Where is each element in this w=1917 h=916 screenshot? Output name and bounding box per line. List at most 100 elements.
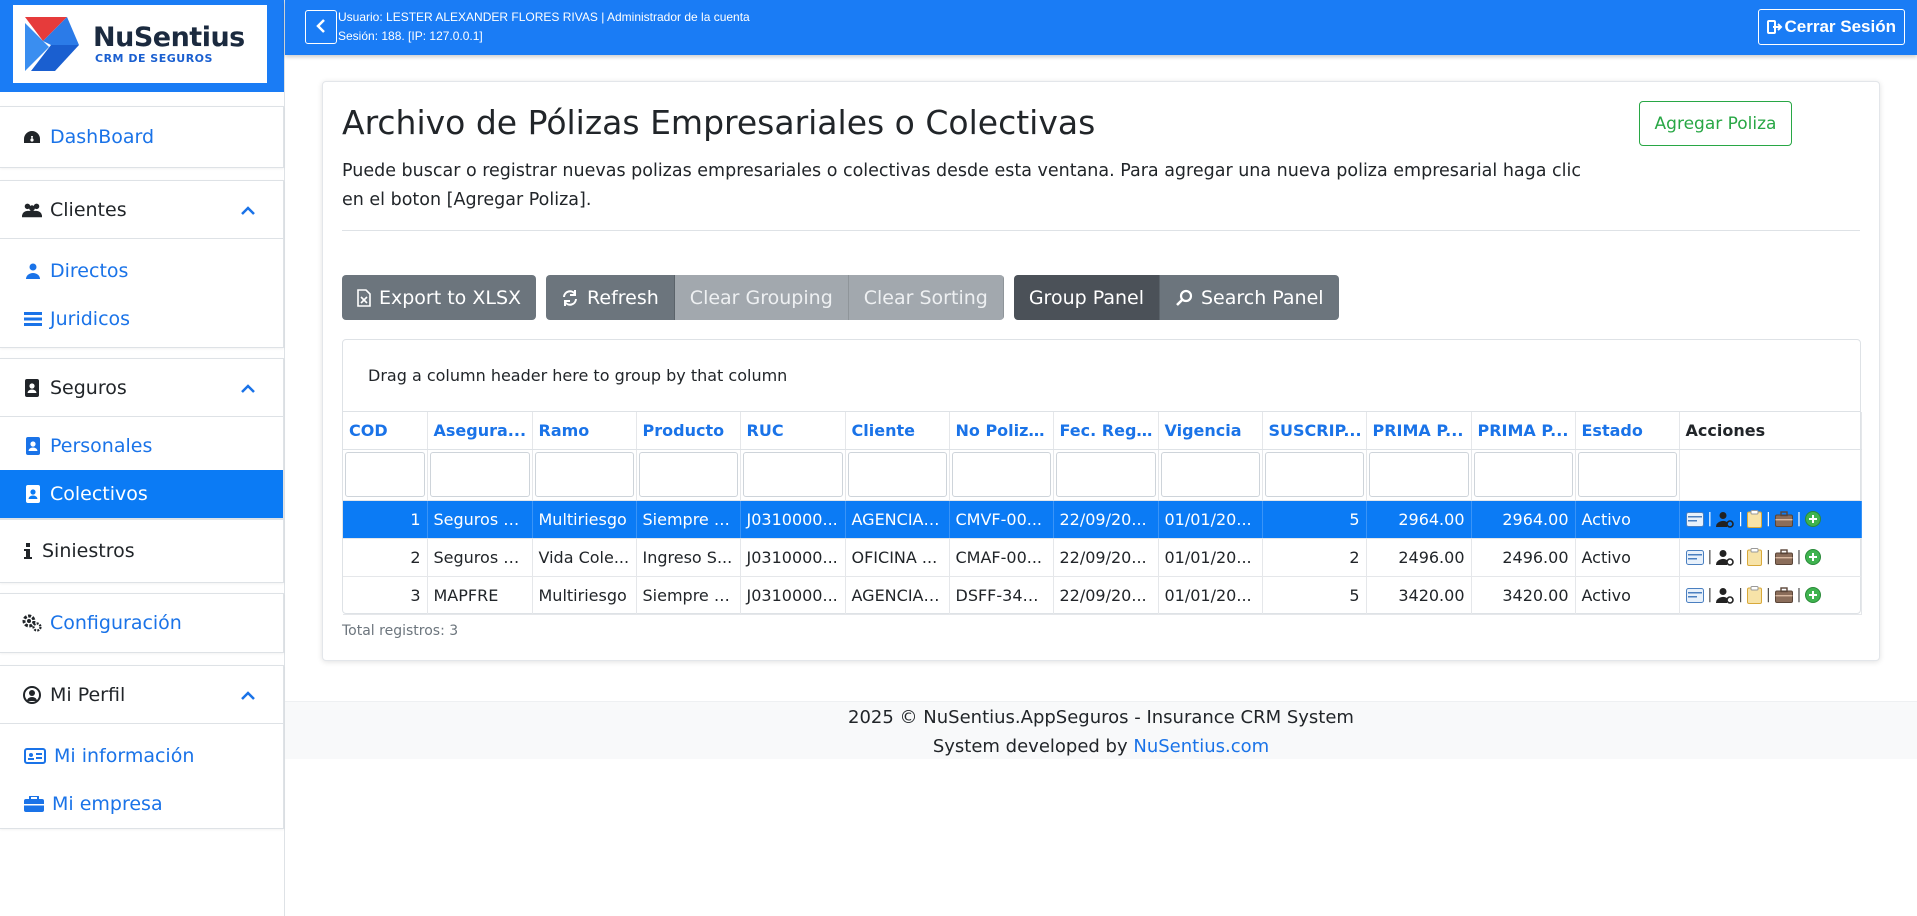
filter-input-ruc[interactable] [742, 452, 843, 497]
collapse-sidebar-button[interactable] [305, 10, 337, 44]
briefcase-icon[interactable] [1774, 549, 1793, 565]
search-panel-toggle[interactable]: Search Panel [1159, 275, 1339, 320]
user-gear-icon[interactable] [1716, 511, 1735, 528]
sidebar-item-label: Directos [50, 260, 129, 282]
clear-grouping-button[interactable]: Clear Grouping [674, 275, 849, 320]
sidebar-item-personales[interactable]: Personales [0, 422, 283, 470]
sidebar: NuSentius CRM DE SEGUROS DashBoard Clien… [0, 0, 285, 916]
logout-button[interactable]: Cerrar Sesión [1757, 9, 1905, 45]
column-header-estado[interactable]: Estado [1575, 412, 1680, 450]
cell-ramo: Multiriesgo [532, 500, 637, 539]
refresh-label: Refresh [587, 286, 659, 309]
action-separator: | [1738, 549, 1743, 565]
filter-input-ramo[interactable] [534, 452, 634, 497]
brand-logo[interactable]: NuSentius CRM DE SEGUROS [13, 5, 267, 83]
cell-ramo: Vida Cole... [532, 538, 637, 577]
cell-fecha: 22/09/20... [1053, 576, 1159, 615]
column-header-prima-1[interactable]: PRIMA P... [1366, 412, 1472, 450]
cell-estado: Activo [1575, 500, 1680, 539]
footer-link[interactable]: NuSentius.com [1133, 736, 1269, 757]
card-icon[interactable] [1685, 587, 1704, 603]
panel-toggle-group: Group Panel Search Panel [1013, 275, 1339, 320]
person-badge-icon [24, 485, 42, 503]
add-circle-icon[interactable] [1805, 587, 1822, 603]
cell-estado: Activo [1575, 576, 1680, 615]
filter-input-cod[interactable] [345, 452, 425, 497]
table-row[interactable]: 2 Seguros A... Vida Cole... Ingreso S... J03… [343, 538, 1862, 577]
menu-siniestros-block: Siniestros [0, 519, 284, 583]
sidebar-item-directos[interactable]: Directos [0, 247, 283, 295]
sidebar-item-siniestros[interactable]: Siniestros [0, 520, 283, 582]
sidebar-section-label: Seguros [50, 376, 127, 399]
sidebar-item-label: Personales [50, 435, 153, 457]
person-badge-icon [24, 437, 42, 455]
sidebar-item-colectivos[interactable]: Colectivos [0, 470, 283, 518]
sidebar-section-clientes[interactable]: Clientes [0, 181, 283, 239]
export-xlsx-button[interactable]: Export to XLSX [342, 275, 537, 320]
cell-aseguradora: MAPFRE [427, 576, 533, 615]
filter-input-prima-2[interactable] [1473, 452, 1573, 497]
sidebar-section-perfil[interactable]: Mi Perfil [0, 666, 283, 724]
filter-input-no-poliza[interactable] [951, 452, 1051, 497]
clipboard-icon[interactable] [1746, 586, 1762, 604]
add-circle-icon[interactable] [1805, 549, 1822, 565]
column-header-producto[interactable]: Producto [636, 412, 741, 450]
group-panel[interactable]: Drag a column header here to group by th… [343, 340, 1860, 412]
filter-input-vigencia[interactable] [1160, 452, 1260, 497]
column-header-ramo[interactable]: Ramo [532, 412, 637, 450]
action-separator: | [1707, 587, 1713, 603]
clipboard-icon[interactable] [1746, 548, 1762, 566]
user-gear-icon[interactable] [1716, 587, 1735, 604]
filter-input-cliente[interactable] [847, 452, 947, 497]
chevron-up-icon[interactable] [240, 684, 256, 706]
session-info: Usuario: LESTER ALEXANDER FLORES RIVAS |… [338, 8, 750, 46]
user-gear-icon[interactable] [1716, 549, 1735, 566]
add-policy-button[interactable]: Agregar Poliza [1639, 101, 1792, 146]
chevron-up-icon[interactable] [240, 199, 256, 221]
top-bar: Usuario: LESTER ALEXANDER FLORES RIVAS |… [285, 0, 1917, 55]
refresh-button[interactable]: Refresh [546, 275, 675, 320]
filter-input-suscripciones[interactable] [1264, 452, 1364, 497]
sidebar-item-mi-informacion[interactable]: Mi información [0, 732, 283, 780]
table-row[interactable]: 3 MAPFRE Multiriesgo Siempre S... J0310000..… [343, 576, 1862, 615]
action-separator: | [1738, 511, 1743, 527]
action-separator: | [1796, 511, 1802, 527]
column-header-aseguradora[interactable]: Asegura... [427, 412, 533, 450]
sidebar-item-juridicos[interactable]: Juridicos [0, 295, 283, 343]
filter-input-prima-1[interactable] [1368, 452, 1469, 497]
filter-input-fec-registro[interactable] [1055, 452, 1156, 497]
filter-input-estado[interactable] [1577, 452, 1677, 497]
cell-acciones: | | | | [1679, 500, 1862, 539]
card-icon[interactable] [1685, 549, 1704, 565]
filter-input-aseguradora[interactable] [429, 452, 530, 497]
gears-icon [22, 614, 42, 632]
column-header-cod[interactable]: COD [343, 412, 428, 450]
chevron-up-icon[interactable] [240, 377, 256, 399]
cell-ruc: J0310000... [740, 500, 846, 539]
card-icon[interactable] [1685, 511, 1704, 527]
sidebar-item-mi-empresa[interactable]: Mi empresa [0, 780, 283, 828]
column-header-suscripciones[interactable]: SUSCRIP... [1262, 412, 1367, 450]
sidebar-item-dashboard[interactable]: DashBoard [0, 107, 283, 167]
cell-ruc: J0310000... [740, 576, 846, 615]
column-header-cliente[interactable]: Cliente [845, 412, 950, 450]
column-header-ruc[interactable]: RUC [740, 412, 846, 450]
briefcase-icon[interactable] [1774, 511, 1793, 527]
cell-estado: Activo [1575, 538, 1680, 577]
sidebar-section-seguros[interactable]: Seguros [0, 359, 283, 417]
sidebar-item-configuracion[interactable]: Configuración [0, 594, 283, 652]
briefcase-icon[interactable] [1774, 587, 1793, 603]
column-header-prima-2[interactable]: PRIMA P... [1471, 412, 1576, 450]
column-header-acciones: Acciones [1679, 412, 1862, 450]
clipboard-icon[interactable] [1746, 510, 1762, 528]
column-header-no-poliza[interactable]: No Poliza... [949, 412, 1054, 450]
clear-sorting-button[interactable]: Clear Sorting [848, 275, 1004, 320]
column-header-fec-registro[interactable]: Fec. Regi... [1053, 412, 1159, 450]
column-header-vigencia[interactable]: Vigencia [1158, 412, 1263, 450]
filter-input-producto[interactable] [638, 452, 738, 497]
table-row[interactable]: 1 Seguros A... Multiriesgo Siempre S... J031… [343, 500, 1862, 539]
add-circle-icon[interactable] [1805, 511, 1822, 527]
group-panel-toggle[interactable]: Group Panel [1013, 275, 1160, 320]
brand-tagline: CRM DE SEGUROS [95, 51, 213, 65]
cell-acciones: | | | | [1679, 576, 1862, 615]
